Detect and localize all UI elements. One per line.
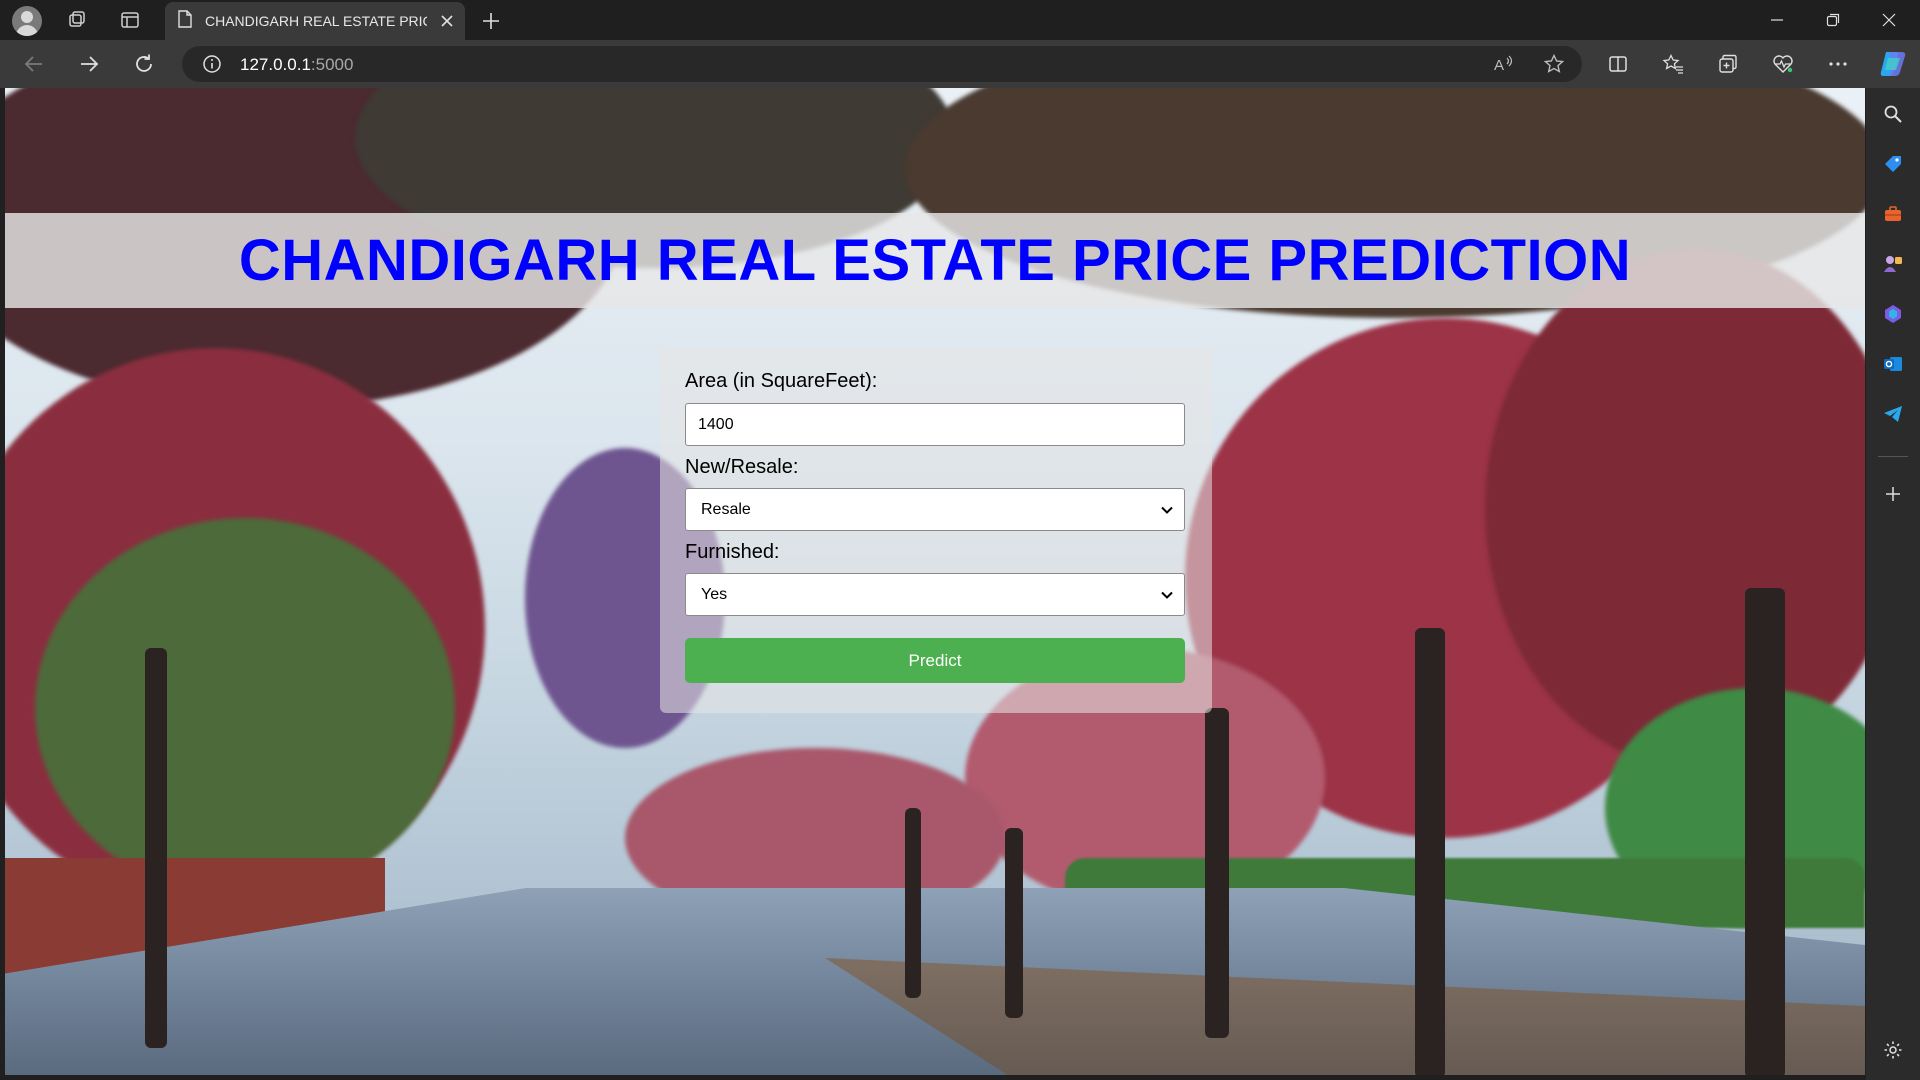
heart-pulse-icon[interactable]: [1765, 46, 1801, 82]
split-screen-icon[interactable]: [1600, 46, 1636, 82]
url-host: 127.0.0.1: [240, 55, 311, 74]
tab-active[interactable]: CHANDIGARH REAL ESTATE PRIC: [165, 2, 465, 40]
sidebar-divider: [1878, 456, 1908, 457]
tools-icon[interactable]: [1875, 196, 1911, 232]
new-resale-label: New/Resale:: [685, 456, 799, 478]
favorites-icon[interactable]: [1655, 46, 1691, 82]
minimize-icon[interactable]: [1750, 0, 1804, 40]
prediction-form: Area (in SquareFeet): New/Resale: Resale…: [660, 348, 1212, 713]
svg-text:A: A: [1494, 57, 1504, 74]
workspaces-icon[interactable]: [57, 4, 97, 36]
page-title: CHANDIGARH REAL ESTATE PRICE PREDICTION: [238, 228, 1632, 293]
collections-icon[interactable]: [1710, 46, 1746, 82]
shopping-tag-icon[interactable]: [1875, 146, 1911, 182]
add-icon[interactable]: [1875, 476, 1911, 512]
close-icon[interactable]: [437, 11, 457, 31]
new-resale-select[interactable]: Resale: [685, 488, 1185, 531]
microsoft365-icon[interactable]: [1875, 296, 1911, 332]
new-tab-plus-icon[interactable]: [476, 6, 506, 36]
chevron-down-icon: [1160, 503, 1174, 517]
browser-sidebar: [1866, 88, 1920, 1080]
games-icon[interactable]: [1875, 246, 1911, 282]
browser-titlebar: CHANDIGARH REAL ESTATE PRIC: [0, 0, 1920, 40]
window-close-icon[interactable]: [1862, 0, 1916, 40]
area-input[interactable]: [685, 403, 1185, 446]
copilot-icon[interactable]: [1875, 46, 1911, 82]
settings-icon[interactable]: [1875, 1032, 1911, 1068]
profile-avatar-icon[interactable]: [12, 6, 42, 36]
back-arrow-icon[interactable]: [16, 46, 52, 82]
title-band: CHANDIGARH REAL ESTATE PRICE PREDICTION: [5, 213, 1865, 308]
browser-toolbar: 127.0.0.1:5000 A: [0, 40, 1920, 88]
refresh-icon[interactable]: [126, 46, 162, 82]
telegram-icon[interactable]: [1875, 396, 1911, 432]
address-bar[interactable]: 127.0.0.1:5000 A: [182, 46, 1582, 82]
outlook-icon[interactable]: [1875, 346, 1911, 382]
forward-arrow-icon[interactable]: [71, 46, 107, 82]
tab-title: CHANDIGARH REAL ESTATE PRIC: [205, 13, 427, 29]
predict-button[interactable]: Predict: [685, 638, 1185, 683]
search-icon[interactable]: [1875, 96, 1911, 132]
info-icon[interactable]: [198, 50, 226, 78]
furnished-selected-value: Yes: [701, 585, 728, 603]
star-icon[interactable]: [1540, 50, 1568, 78]
area-label: Area (in SquareFeet):: [685, 370, 878, 392]
restore-icon[interactable]: [1806, 0, 1860, 40]
page-icon: [177, 9, 193, 33]
new-resale-selected-value: Resale: [701, 500, 751, 518]
more-icon[interactable]: [1820, 46, 1856, 82]
page-viewport: CHANDIGARH REAL ESTATE PRICE PREDICTION …: [5, 88, 1865, 1075]
read-aloud-icon[interactable]: A: [1490, 50, 1518, 78]
furnished-label: Furnished:: [685, 541, 780, 563]
furnished-select[interactable]: Yes: [685, 573, 1185, 616]
chevron-down-icon: [1160, 588, 1174, 602]
tab-actions-icon[interactable]: [110, 4, 150, 36]
url-text[interactable]: 127.0.0.1:5000: [240, 55, 353, 75]
url-port: :5000: [310, 55, 354, 74]
window-bottom-edge: [0, 1075, 1866, 1080]
